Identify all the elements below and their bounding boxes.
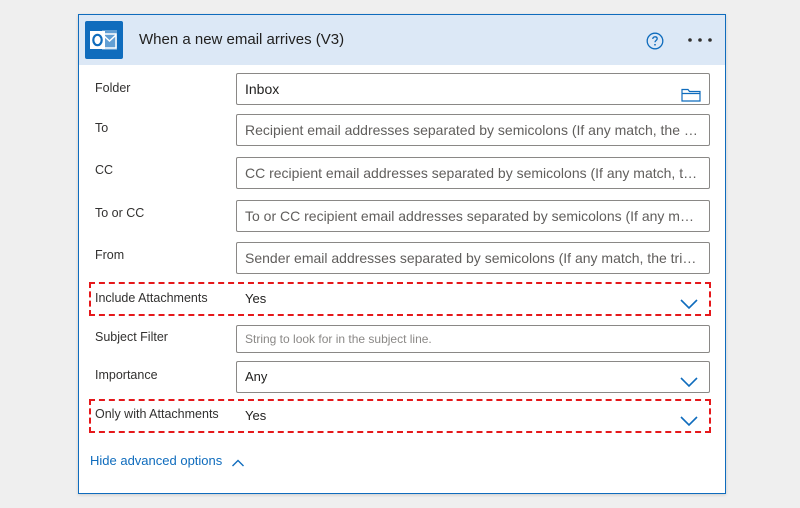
chevron-down-icon[interactable] [679, 292, 699, 310]
chevron-down-icon[interactable] [679, 409, 699, 427]
trigger-card: When a new email arrives (V3) Folder Inb… [78, 14, 726, 494]
to-label: To [95, 121, 109, 135]
to-field[interactable]: Recipient email addresses separated by s… [236, 114, 710, 146]
to-or-cc-field[interactable]: To or CC recipient email addresses separ… [236, 200, 710, 232]
include-attachments-label: Include Attachments [95, 291, 208, 305]
outlook-logo-icon [85, 21, 123, 59]
cc-field[interactable]: CC recipient email addresses separated b… [236, 157, 710, 189]
folder-label: Folder [95, 81, 131, 95]
only-with-attachments-value: Yes [245, 408, 267, 423]
to-or-cc-label: To or CC [95, 206, 145, 220]
help-icon[interactable] [646, 32, 664, 50]
chevron-up-icon[interactable] [231, 455, 245, 467]
chevron-down-icon[interactable] [679, 370, 699, 388]
importance-label: Importance [95, 368, 158, 382]
card-header[interactable]: When a new email arrives (V3) [79, 15, 725, 65]
only-with-attachments-dropdown[interactable]: Yes [236, 400, 710, 432]
include-attachments-value: Yes [245, 291, 267, 306]
importance-dropdown[interactable]: Any [236, 361, 710, 393]
more-options-icon[interactable] [686, 30, 714, 50]
from-label: From [95, 248, 125, 262]
cc-label: CC [95, 163, 114, 177]
from-field[interactable]: Sender email addresses separated by semi… [236, 242, 710, 274]
include-attachments-dropdown[interactable]: Yes [236, 283, 710, 315]
folder-icon[interactable] [681, 82, 701, 102]
folder-value: Inbox [245, 81, 280, 97]
only-with-attachments-label: Only with Attachments [95, 407, 219, 421]
hide-advanced-options-link[interactable]: Hide advanced options [90, 453, 222, 468]
subject-filter-label: Subject Filter [95, 330, 168, 344]
importance-value: Any [245, 369, 268, 384]
card-title: When a new email arrives (V3) [139, 31, 345, 48]
folder-field[interactable]: Inbox [236, 73, 710, 105]
subject-filter-field[interactable]: String to look for in the subject line. [236, 325, 710, 353]
